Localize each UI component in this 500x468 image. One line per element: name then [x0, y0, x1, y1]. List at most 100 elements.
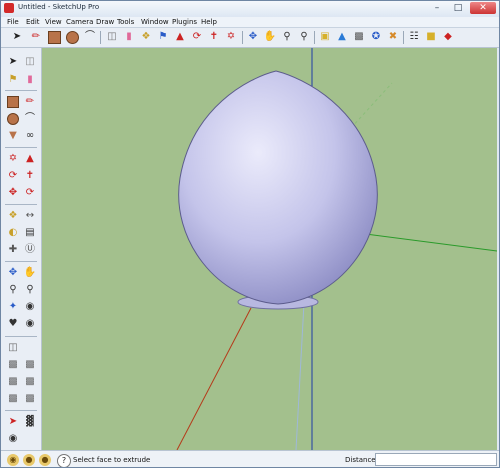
- rotate-icon[interactable]: ⟳: [189, 29, 205, 45]
- select-icon[interactable]: ➤: [5, 54, 21, 70]
- zoom-window-icon[interactable]: ⚲: [22, 282, 38, 298]
- 3d-text-icon[interactable]: Ⓤ: [22, 242, 38, 258]
- photo-textures-icon[interactable]: ✖: [385, 29, 401, 45]
- green-axis-dashed: [350, 82, 393, 129]
- status-message: Select face to extrude: [73, 456, 151, 464]
- dimension-icon[interactable]: ↔: [22, 208, 38, 224]
- toolbar-divider: [403, 31, 404, 44]
- orbit-icon[interactable]: ✋: [262, 29, 278, 45]
- zoom-icon[interactable]: ⚲: [5, 282, 21, 298]
- measurements-label: Distance: [345, 456, 376, 464]
- freehand-icon[interactable]: ∞: [22, 128, 38, 144]
- circle-icon[interactable]: [5, 111, 21, 127]
- make-component-icon[interactable]: ◫: [22, 54, 38, 70]
- toolbar-divider: [100, 31, 101, 44]
- extension-warehouse-icon[interactable]: ✪: [368, 29, 384, 45]
- arc-icon[interactable]: ⌒: [82, 29, 98, 45]
- share-component-icon[interactable]: ▩: [22, 374, 38, 390]
- push-pull-icon[interactable]: ▲: [172, 29, 188, 45]
- instructor-icon[interactable]: ●: [39, 454, 51, 466]
- move-icon[interactable]: ✡: [223, 29, 239, 45]
- layer-icon[interactable]: ☷: [406, 29, 422, 45]
- pan-icon[interactable]: ✋: [22, 265, 38, 281]
- walk-icon[interactable]: ➤: [5, 414, 21, 430]
- push-pull-icon[interactable]: ▲: [22, 151, 38, 167]
- menu-view[interactable]: View: [45, 18, 62, 26]
- menu-bar: File Edit View Camera Draw Tools Window …: [1, 17, 499, 28]
- section-plane-icon[interactable]: ◫: [5, 340, 21, 356]
- extension-warehouse-icon[interactable]: ▩: [5, 391, 21, 407]
- text-icon[interactable]: ▤: [22, 225, 38, 241]
- window-title: Untitled - SketchUp Pro: [18, 3, 100, 11]
- polygon-icon[interactable]: ▼: [5, 128, 21, 144]
- paint-bucket-icon[interactable]: ⚑: [155, 29, 171, 45]
- help-icon[interactable]: ?: [57, 454, 71, 467]
- eraser-icon[interactable]: ▮: [22, 72, 38, 88]
- top-toolbar: ➤ ✏ ⌒ ◫ ▮ ❖ ⚑ ▲ ⟳ ✝ ✡ ✥ ✋ ⚲ ⚲ ▣ ▲ ▩ ✪ ✖ …: [1, 28, 499, 48]
- egg-model[interactable]: [178, 70, 378, 305]
- zoom-icon[interactable]: ⚲: [279, 29, 295, 45]
- geo-location-icon[interactable]: ◉: [7, 454, 19, 466]
- scenes-icon[interactable]: ◆: [440, 29, 456, 45]
- blue-axis-dashed: [295, 302, 305, 450]
- rectangle-icon[interactable]: [5, 94, 21, 110]
- look-icon[interactable]: ◉: [5, 431, 21, 447]
- close-button[interactable]: ✕: [470, 2, 496, 14]
- scale-icon[interactable]: ✥: [5, 185, 21, 201]
- move-icon[interactable]: ✡: [5, 151, 21, 167]
- minimize-button[interactable]: –: [428, 2, 446, 14]
- eraser-icon[interactable]: ▮: [121, 29, 137, 45]
- toolbar-divider: [5, 90, 37, 91]
- menu-plugins[interactable]: Plugins: [172, 18, 197, 26]
- protractor-icon[interactable]: ◐: [5, 225, 21, 241]
- previous-view-icon[interactable]: ◉: [22, 299, 38, 315]
- menu-file[interactable]: File: [7, 18, 19, 26]
- menu-edit[interactable]: Edit: [26, 18, 40, 26]
- rectangle-icon[interactable]: [46, 29, 62, 45]
- share-model-icon[interactable]: ▲: [334, 29, 350, 45]
- menu-draw[interactable]: Draw: [96, 18, 114, 26]
- toolbar-divider: [5, 261, 37, 262]
- menu-help[interactable]: Help: [201, 18, 217, 26]
- offset-icon[interactable]: ⟳: [22, 185, 38, 201]
- drawing-area[interactable]: [42, 48, 497, 450]
- line-icon[interactable]: ✏: [22, 94, 38, 110]
- menu-tools[interactable]: Tools: [117, 18, 134, 26]
- components-icon[interactable]: ▩: [351, 29, 367, 45]
- scale-icon[interactable]: ✥: [245, 29, 261, 45]
- footprints-icon[interactable]: ▓: [22, 414, 38, 430]
- status-bar: ◉ ● ● ? Select face to extrude Distance: [1, 450, 499, 467]
- follow-me-icon[interactable]: ✝: [22, 168, 38, 184]
- title-bar: Untitled - SketchUp Pro – □ ✕: [1, 1, 499, 18]
- credits-icon[interactable]: ●: [23, 454, 35, 466]
- zoom-extents-icon[interactable]: ✦: [5, 299, 21, 315]
- share-model-icon[interactable]: ▩: [22, 357, 38, 373]
- photo-textures-icon[interactable]: ▩: [22, 391, 38, 407]
- follow-me-icon[interactable]: ✝: [206, 29, 222, 45]
- maximize-button[interactable]: □: [449, 2, 467, 14]
- left-toolbar: ➤ ◫ ⚑ ▮ ✏ ⌒ ▼ ∞ ✡ ▲ ⟳ ✝ ✥ ⟳ ❖ ↔ ◐ ▤ ✚ Ⓤ …: [1, 48, 42, 450]
- look-around-icon[interactable]: ◉: [22, 316, 38, 332]
- axes-icon[interactable]: ✚: [5, 242, 21, 258]
- get-models-icon[interactable]: ▣: [317, 29, 333, 45]
- tape-measure-icon[interactable]: ❖: [5, 208, 21, 224]
- make-component-icon[interactable]: ◫: [104, 29, 120, 45]
- scene-canvas: [176, 48, 497, 450]
- measurements-input[interactable]: [375, 453, 497, 466]
- sketchup-app-icon: [4, 3, 14, 13]
- tape-measure-icon[interactable]: ❖: [138, 29, 154, 45]
- rotate-icon[interactable]: ⟳: [5, 168, 21, 184]
- circle-icon[interactable]: [64, 29, 80, 45]
- arc-icon[interactable]: ⌒: [22, 111, 38, 127]
- select-icon[interactable]: ➤: [9, 29, 25, 45]
- menu-window[interactable]: Window: [141, 18, 169, 26]
- zoom-extents-icon[interactable]: ⚲: [296, 29, 312, 45]
- position-camera-icon[interactable]: ♥: [5, 316, 21, 332]
- send-to-layout-icon[interactable]: ■: [423, 29, 439, 45]
- menu-camera[interactable]: Camera: [66, 18, 93, 26]
- paint-bucket-icon[interactable]: ⚑: [5, 72, 21, 88]
- line-icon[interactable]: ✏: [28, 29, 44, 45]
- components-icon[interactable]: ▩: [5, 374, 21, 390]
- orbit-icon[interactable]: ✥: [5, 265, 21, 281]
- get-models-icon[interactable]: ▩: [5, 357, 21, 373]
